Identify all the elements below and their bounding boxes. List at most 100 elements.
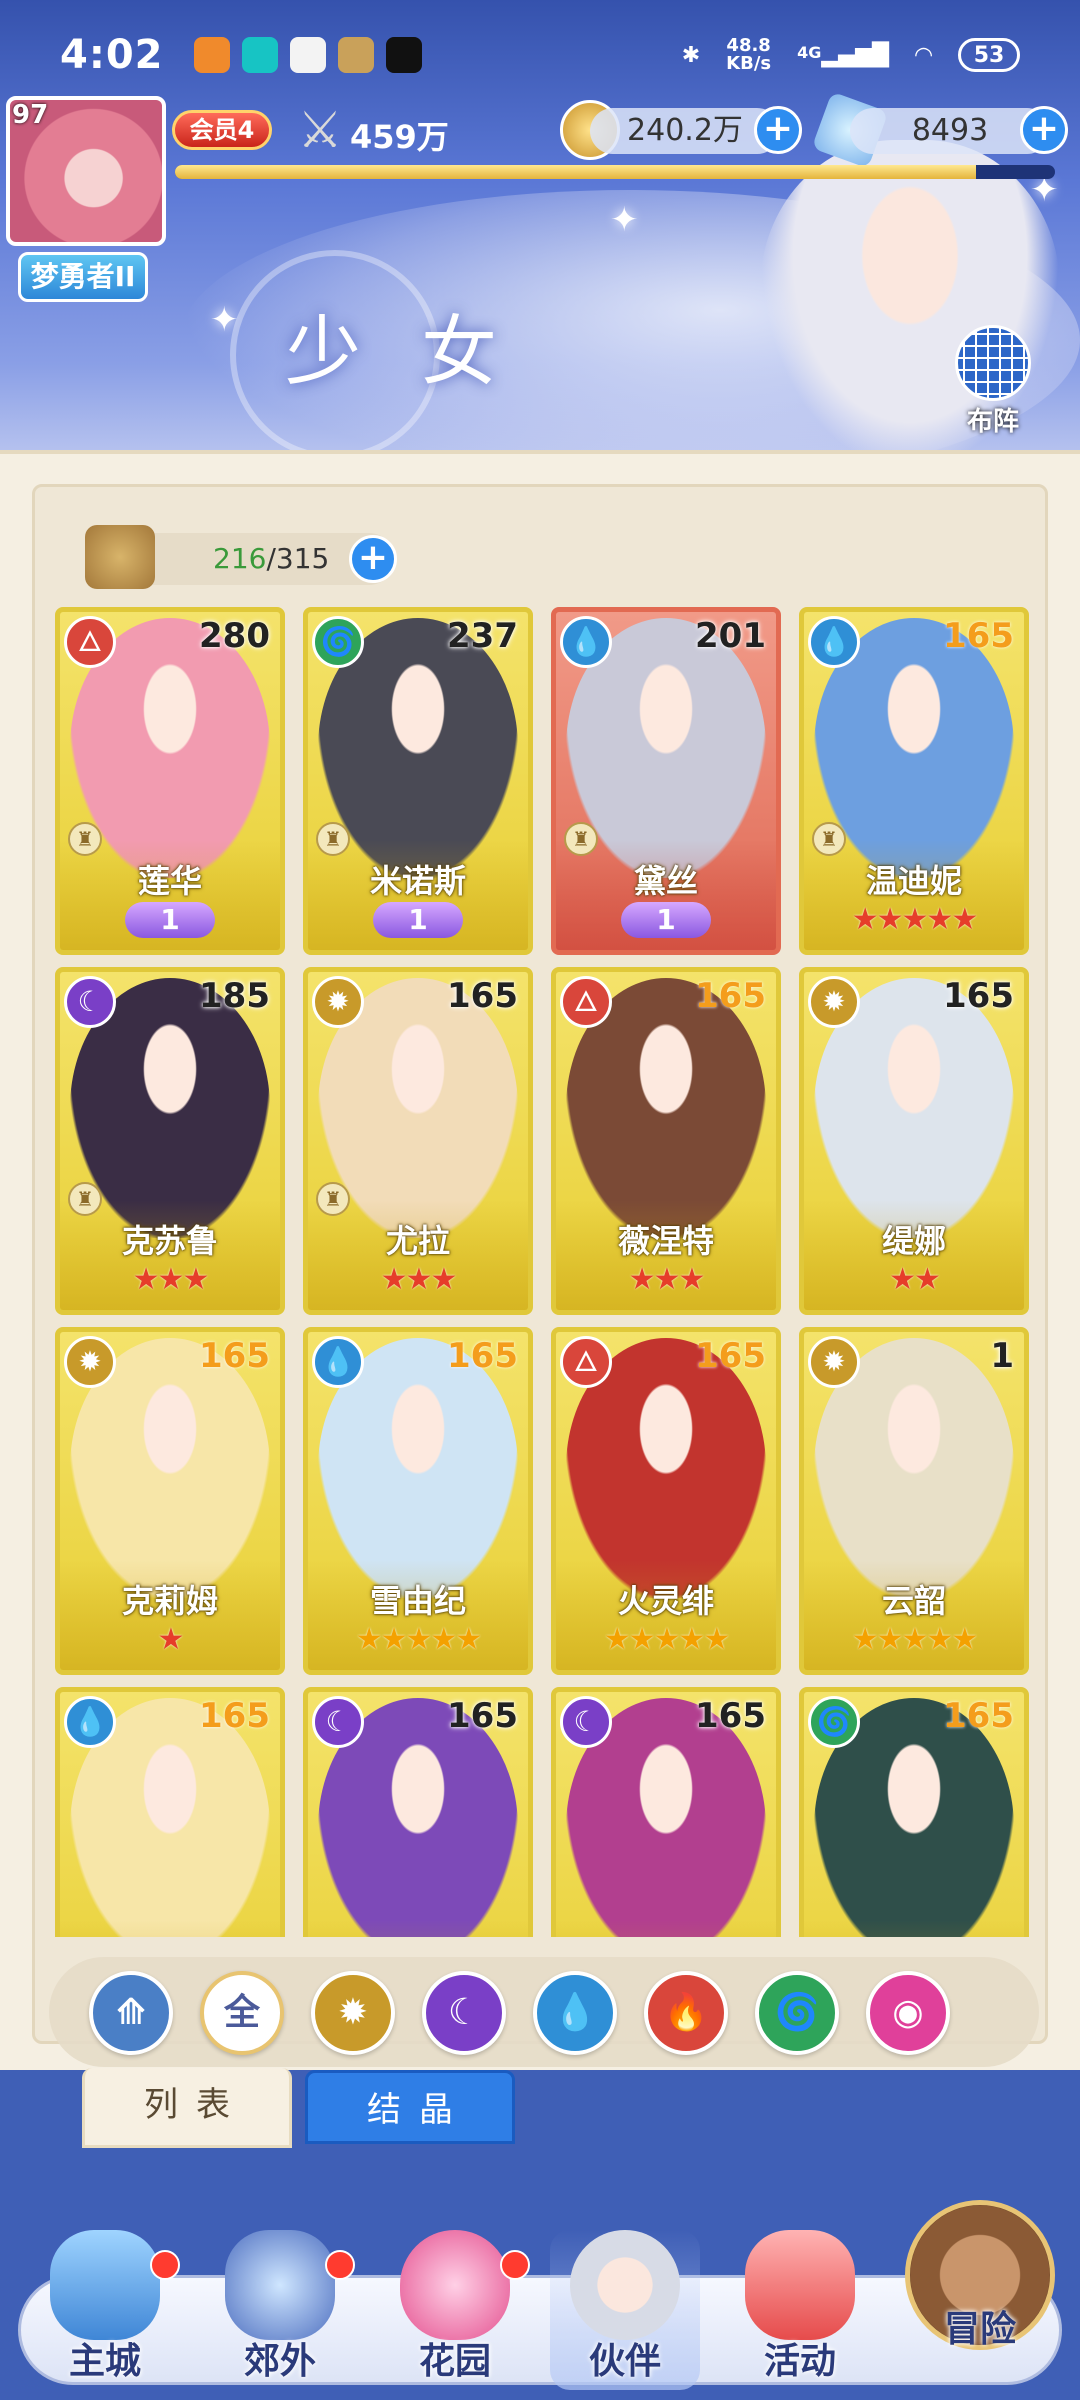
character-card[interactable]: ☾ 185 ♜ 克苏鲁 ★★★ [55, 967, 285, 1315]
star-rating: ★★★★★ [851, 1622, 978, 1657]
character-card[interactable]: ✹ 1 云韶 ★★★★★ [799, 1327, 1029, 1675]
character-card[interactable]: ✹ 165 ♜ 尤拉 ★★★ [303, 967, 533, 1315]
portal-icon [225, 2230, 335, 2340]
network-speed: 48.8 KB/s [726, 37, 771, 73]
nav-events[interactable]: 活动 [725, 2230, 875, 2390]
character-panel-inner: 216/315 + 🜂 280 ♜ 莲华 1 🌀 237 ♜ 米诺斯 1 💧 201 ♜ 黛丝 1 💧 165 ♜… [32, 484, 1048, 2067]
character-level: 1 [990, 1336, 1014, 1376]
nav-city-label: 主城 [68, 2341, 141, 2382]
character-card[interactable]: 🜂 165 薇涅特 ★★★ [551, 967, 781, 1315]
roster-current: 216 [213, 542, 267, 575]
filter-fire-button[interactable]: 🔥 [644, 1971, 728, 2055]
awaken-wing-badge: 1 [621, 902, 711, 938]
character-name: 雪由纪 [369, 1582, 466, 1620]
tab-list[interactable]: 列表 [82, 2068, 292, 2148]
star-rating: ★★★ [628, 1262, 706, 1297]
player-level: 97 [12, 100, 49, 130]
water-element-icon: 💧 [560, 616, 612, 668]
star-rating: ★★★ [132, 1262, 210, 1297]
dark-element-icon: ☾ [560, 1696, 612, 1748]
character-card[interactable]: 💧 165 雪由纪 ★★★★★ [303, 1327, 533, 1675]
nav-adventure[interactable]: 冒险 [905, 2300, 1055, 2380]
star-rating: ★★★★★ [851, 902, 978, 937]
star-rating: ★★★★★ [355, 1622, 482, 1657]
character-panel: 216/315 + 🜂 280 ♜ 莲华 1 🌀 237 ♜ 米诺斯 1 💧 201 ♜ 黛丝 1 💧 165 ♜… [0, 450, 1080, 2070]
add-gold-button[interactable]: + [754, 106, 802, 154]
page-title: 少女 [285, 307, 557, 396]
character-card[interactable]: 🜂 280 ♜ 莲华 1 [55, 607, 285, 955]
character-grid: 🜂 280 ♜ 莲华 1 🌀 237 ♜ 米诺斯 1 💧 201 ♜ 黛丝 1 💧 165 ♜ 温迪妮 ★★★★★ ☾ 1… [55, 607, 1031, 1937]
gold-amount: 240.2万 [590, 108, 780, 154]
filter-water-button[interactable]: 💧 [533, 1971, 617, 2055]
tab-crystal[interactable]: 结晶 [305, 2070, 515, 2144]
character-level: 165 [695, 976, 766, 1016]
character-name: 温迪妮 [865, 862, 962, 900]
card-name-shade [60, 1920, 280, 1937]
app-notification-icon [193, 37, 230, 73]
awaken-wing-badge: 1 [125, 902, 215, 938]
battery-icon: 53 [958, 38, 1020, 72]
character-name: 薇涅特 [617, 1222, 714, 1260]
water-element-icon: 💧 [64, 1696, 116, 1748]
star-rating: ★★★★★ [603, 1622, 730, 1657]
nav-adventure-label: 冒险 [943, 2309, 1016, 2350]
filter-wind-button[interactable]: 🌀 [755, 1971, 839, 2055]
role-badge-icon: ♜ [812, 822, 846, 856]
signal-icon: 4G▂▄▆█ [797, 42, 890, 68]
character-level: 165 [943, 616, 1014, 656]
character-card[interactable]: ☾ 165 [551, 1687, 781, 1937]
character-name: 黛丝 [633, 862, 698, 900]
star-rating: ★ [157, 1622, 185, 1657]
character-card[interactable]: 💧 165 ♜ 温迪妮 ★★★★★ [799, 607, 1029, 955]
sparkle-icon: ✦ [610, 200, 639, 240]
character-card[interactable]: 💧 201 ♜ 黛丝 1 [551, 607, 781, 955]
roster-max: /315 [266, 542, 330, 575]
character-card[interactable]: ✹ 165 缇娜 ★★ [799, 967, 1029, 1315]
character-card[interactable]: 🌀 237 ♜ 米诺斯 1 [303, 607, 533, 955]
fire-element-icon: 🜂 [560, 1336, 612, 1388]
card-name-shade [804, 1920, 1024, 1937]
character-level: 185 [199, 976, 270, 1016]
character-name: 火灵绯 [617, 1582, 714, 1620]
character-level: 165 [695, 1696, 766, 1736]
player-rank-title[interactable]: 梦勇者II [18, 252, 148, 302]
signal-label: 4G [797, 42, 822, 62]
music-app-icon [385, 37, 422, 73]
battery-level: 53 [973, 42, 1005, 68]
character-card[interactable]: 🌀 165 [799, 1687, 1029, 1937]
nav-garden-notification-dot [500, 2250, 530, 2280]
role-badge-icon: ♜ [316, 1182, 350, 1216]
star-rating: ★★ [889, 1262, 941, 1297]
nav-suburb-label: 郊外 [243, 2341, 316, 2382]
character-level: 280 [199, 616, 270, 656]
filter-dark-button[interactable]: ☾ [422, 1971, 506, 2055]
filter-sort-button[interactable]: ⟰ [89, 1971, 173, 2055]
light-element-icon: ✹ [312, 976, 364, 1028]
light-element-icon: ✹ [64, 1336, 116, 1388]
character-name: 米诺斯 [369, 862, 466, 900]
character-name: 克苏鲁 [121, 1222, 218, 1260]
filter-psy-button[interactable]: ◉ [866, 1971, 950, 2055]
character-card[interactable]: 💧 165 [55, 1687, 285, 1937]
character-level: 237 [447, 616, 518, 656]
expand-roster-button[interactable]: + [349, 535, 397, 583]
nav-garden-label: 花园 [418, 2341, 491, 2382]
fire-element-icon: 🜂 [560, 976, 612, 1028]
character-card[interactable]: ☾ 165 [303, 1687, 533, 1937]
nav-partner-label: 伙伴 [588, 2341, 661, 2382]
filter-all-button[interactable]: 全 [200, 1971, 284, 2055]
formation-button[interactable]: 布阵 [950, 325, 1036, 437]
nav-suburb-notification-dot [325, 2250, 355, 2280]
filter-light-button[interactable]: ✹ [311, 1971, 395, 2055]
light-element-icon: ✹ [808, 1336, 860, 1388]
character-level: 201 [695, 616, 766, 656]
character-card[interactable]: ✹ 165 克莉姆 ★ [55, 1327, 285, 1675]
heart-icon [400, 2230, 510, 2340]
dark-element-icon: ☾ [312, 1696, 364, 1748]
character-card[interactable]: 🜂 165 火灵绯 ★★★★★ [551, 1327, 781, 1675]
add-gem-button[interactable]: + [1020, 106, 1068, 154]
vip-badge[interactable]: 会员4 [172, 110, 272, 150]
character-name: 尤拉 [385, 1222, 450, 1260]
nav-partner[interactable]: 伙伴 [550, 2230, 700, 2390]
water-element-icon: 💧 [312, 1336, 364, 1388]
